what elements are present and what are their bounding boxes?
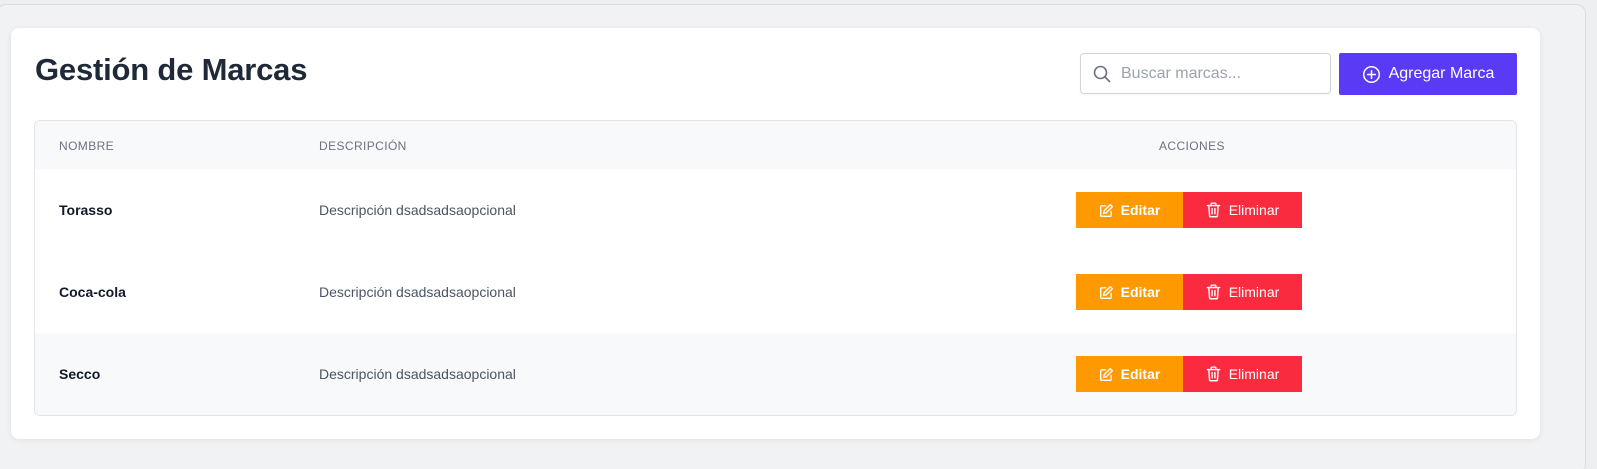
header-description: DESCRIPCIÓN	[319, 139, 407, 153]
edit-label: Editar	[1120, 366, 1161, 382]
header-name: NOMBRE	[59, 139, 115, 153]
trash-icon	[1206, 284, 1221, 300]
delete-label: Eliminar	[1228, 284, 1280, 300]
add-brand-button[interactable]: Agregar Marca	[1339, 53, 1517, 95]
brands-table: NOMBRE DESCRIPCIÓN ACCIONES Torasso Desc…	[34, 120, 1517, 416]
table-row: Secco Descripción dsadsadsaopcional Edit…	[35, 333, 1516, 415]
trash-icon	[1206, 366, 1221, 382]
edit-icon	[1099, 285, 1114, 300]
cell-description: Descripción dsadsadsaopcional	[319, 202, 516, 218]
row-actions: Editar Eliminar	[1076, 356, 1302, 392]
delete-button[interactable]: Eliminar	[1183, 274, 1302, 310]
edit-icon	[1099, 367, 1114, 382]
edit-button[interactable]: Editar	[1076, 274, 1183, 310]
table-row: Torasso Descripción dsadsadsaopcional Ed…	[35, 169, 1516, 251]
edit-button[interactable]: Editar	[1076, 192, 1183, 228]
cell-name: Torasso	[59, 202, 113, 218]
add-brand-label: Agregar Marca	[1388, 65, 1495, 82]
cell-description: Descripción dsadsadsaopcional	[319, 366, 516, 382]
search-input[interactable]	[1121, 64, 1330, 83]
plus-circle-icon	[1362, 65, 1381, 84]
header-actions: ACCIONES	[1159, 139, 1225, 153]
edit-icon	[1099, 203, 1114, 218]
cell-name: Secco	[59, 366, 101, 382]
delete-label: Eliminar	[1228, 366, 1280, 382]
table-header: NOMBRE DESCRIPCIÓN ACCIONES	[35, 121, 1516, 169]
row-actions: Editar Eliminar	[1076, 274, 1302, 310]
page-title: Gestión de Marcas	[35, 52, 308, 87]
table-row: Coca-cola Descripción dsadsadsaopcional …	[35, 251, 1516, 333]
brands-card: Gestión de Marcas Agregar Marca NOMBRE D…	[11, 28, 1540, 439]
cell-name: Coca-cola	[59, 284, 126, 300]
cell-description: Descripción dsadsadsaopcional	[319, 284, 516, 300]
row-actions: Editar Eliminar	[1076, 192, 1302, 228]
trash-icon	[1206, 202, 1221, 218]
edit-button[interactable]: Editar	[1076, 356, 1183, 392]
delete-button[interactable]: Eliminar	[1183, 356, 1302, 392]
delete-label: Eliminar	[1228, 202, 1280, 218]
edit-label: Editar	[1120, 202, 1161, 218]
search-box[interactable]	[1080, 53, 1331, 94]
search-icon	[1081, 65, 1121, 83]
edit-label: Editar	[1120, 284, 1161, 300]
delete-button[interactable]: Eliminar	[1183, 192, 1302, 228]
